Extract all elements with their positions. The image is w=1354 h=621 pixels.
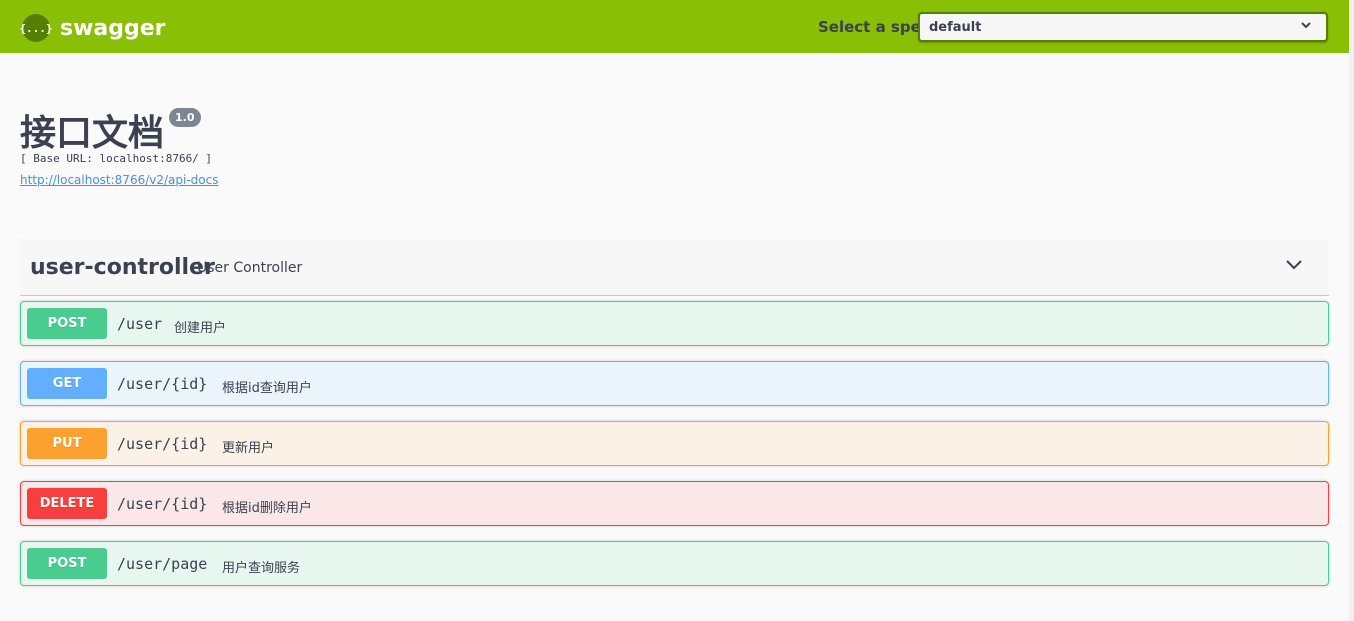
method-badge: POST (27, 548, 107, 579)
operation-summary: 用户查询服务 (222, 561, 301, 576)
operation-post-user-page[interactable]: POST /user/page 用户查询服务 (20, 541, 1329, 586)
method-badge: GET (27, 368, 107, 399)
chevron-down-icon (1300, 18, 1312, 35)
method-badge: DELETE (27, 488, 107, 519)
operation-path: /user/{id} (117, 375, 208, 393)
operation-summary: 创建用户 (174, 321, 227, 336)
swagger-logo-text: swagger (60, 15, 166, 41)
operation-summary: 根据id删除用户 (222, 501, 312, 516)
swagger-logo-icon: {...} (19, 14, 53, 42)
base-url: [ Base URL: localhost:8766/ ] (20, 152, 213, 165)
operation-delete-user-id[interactable]: DELETE /user/{id} 根据id删除用户 (20, 481, 1329, 526)
spec-label: Select a spec (818, 18, 930, 36)
operation-post-user[interactable]: POST /user 创建用户 (20, 301, 1329, 346)
tag-header-user-controller[interactable]: user-controller User Controller (20, 239, 1329, 296)
spec-select[interactable]: default (918, 12, 1328, 42)
operation-put-user-id[interactable]: PUT /user/{id} 更新用户 (20, 421, 1329, 466)
tag-description: User Controller (197, 260, 303, 276)
method-badge: POST (27, 308, 107, 339)
api-docs-link[interactable]: http://localhost:8766/v2/api-docs (20, 173, 218, 187)
operation-summary: 根据id查询用户 (222, 381, 312, 396)
page-title: 接口文档 (20, 113, 165, 154)
swagger-logo[interactable]: {...} swagger (19, 14, 166, 42)
operation-summary: 更新用户 (222, 441, 275, 456)
scrollbar[interactable] (1349, 0, 1354, 621)
operation-path: /user/{id} (117, 435, 208, 453)
operation-path: /user/{id} (117, 495, 208, 513)
operation-get-user-id[interactable]: GET /user/{id} 根据id查询用户 (20, 361, 1329, 406)
topbar: {...} swagger Select a spec default (0, 0, 1349, 53)
operation-path: /user/page (117, 555, 208, 573)
tag-name: user-controller (30, 255, 215, 280)
chevron-down-icon[interactable] (1285, 255, 1303, 273)
method-badge: PUT (27, 428, 107, 459)
spec-select-value: default (929, 19, 982, 35)
version-badge: 1.0 (169, 108, 201, 127)
operation-path: /user (117, 315, 163, 333)
